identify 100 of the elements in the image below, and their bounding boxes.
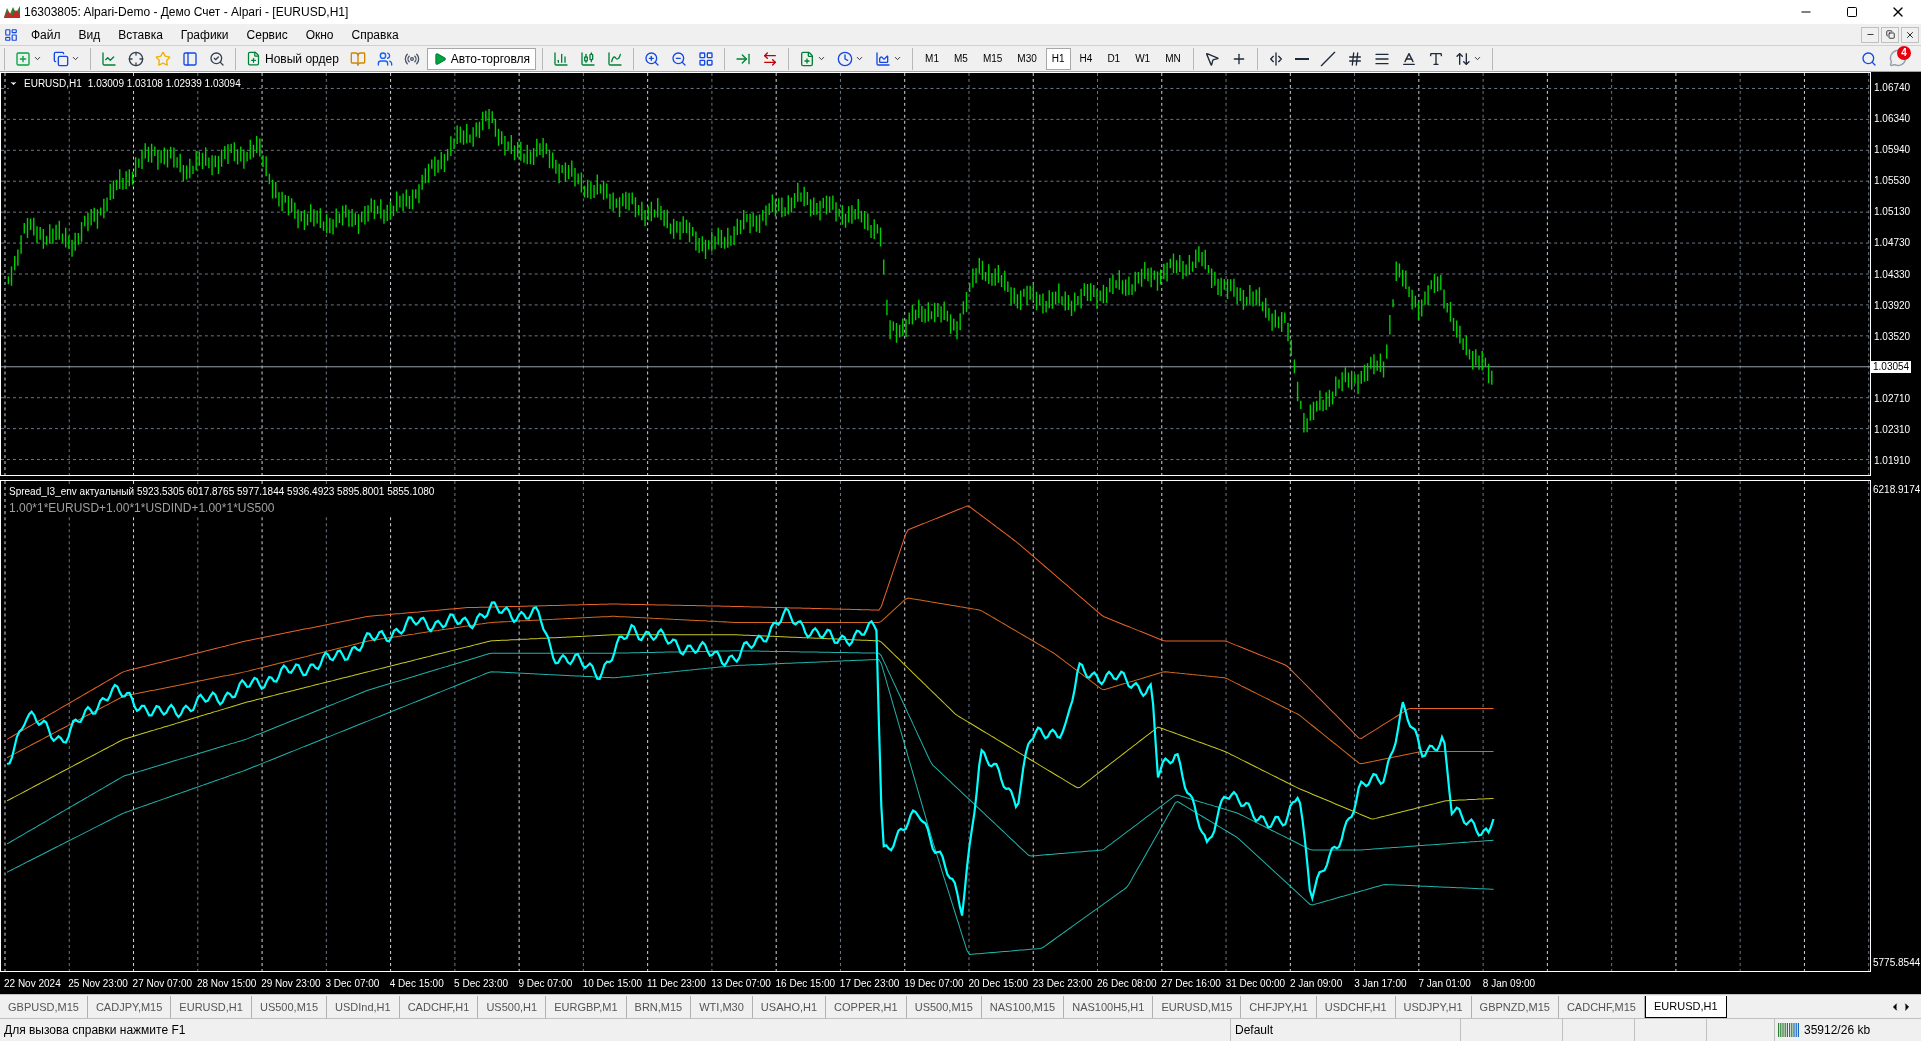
- time-axis-label: 22 Nov 2024: [4, 976, 62, 991]
- price-axis-label: 1.03920: [1873, 298, 1911, 313]
- square-plus-icon: [15, 50, 31, 67]
- area-chart-icon: [875, 50, 892, 67]
- search-icon[interactable]: [1861, 50, 1877, 67]
- chart-tab[interactable]: BRN,M15: [626, 996, 692, 1018]
- timeframe-button[interactable]: M5: [947, 47, 974, 70]
- timeframe-button[interactable]: M30: [1011, 47, 1043, 70]
- window-title: 16303805: Alpari-Demo - Демо Счет - Alpari - [EURUSD,H1]: [24, 4, 349, 21]
- chart-tab[interactable]: USDInd,H1: [327, 996, 400, 1018]
- auto-trading-button[interactable]: Авто-торговля: [426, 47, 537, 70]
- horizontal-line-icon: [1294, 57, 1309, 60]
- chart-window-icon: [101, 50, 117, 67]
- new-order-button[interactable]: Новый ордер: [242, 47, 343, 70]
- chart-tab[interactable]: CADCHF,M15: [1558, 996, 1645, 1018]
- menu-item[interactable]: Справка: [342, 25, 408, 44]
- chart-tab[interactable]: EURGBP,M1: [546, 996, 627, 1018]
- time-axis-label: 10 Dec 15:00: [582, 976, 644, 991]
- price-axis-label: 1.05940: [1873, 143, 1911, 158]
- chart-tab[interactable]: EURUSD,H1: [171, 996, 252, 1018]
- chart-tab[interactable]: GBPUSD,M15: [0, 996, 88, 1018]
- people-icon: [376, 50, 393, 67]
- file-plus-icon: [799, 50, 816, 67]
- chart-tab[interactable]: NAS100,M15: [981, 996, 1065, 1018]
- current-price-label: 1.03054: [1871, 361, 1912, 374]
- time-axis-label: 7 Jan 01:00: [1418, 976, 1472, 991]
- panel-icon: [182, 50, 198, 67]
- chart-tab[interactable]: CADJPY,M15: [87, 996, 172, 1018]
- chart-tab[interactable]: USDCHF,H1: [1316, 996, 1396, 1018]
- chart-tab[interactable]: CADCHF,H1: [399, 996, 479, 1018]
- price-axis-label: 1.06740: [1873, 81, 1911, 96]
- price-axis-label: 1.04730: [1873, 236, 1911, 251]
- price-axis-label: 1.06340: [1873, 112, 1911, 127]
- chart-tab[interactable]: EURUSD,H1: [1645, 996, 1727, 1018]
- timeframe-button[interactable]: W1: [1129, 47, 1157, 70]
- menu-item[interactable]: Сервис: [237, 25, 297, 44]
- trend-line-icon: [1319, 50, 1336, 67]
- connection-bars-icon: [1778, 1023, 1800, 1037]
- price-axis-label: 1.02310: [1873, 422, 1911, 437]
- indicator-formula: 1.00*1*EURUSD+1.00*1*USDIND+1.00*1*US500: [9, 500, 276, 517]
- price-axis-label: 1.03520: [1873, 329, 1911, 344]
- mdi-close-button[interactable]: [1901, 26, 1919, 43]
- timeframe-button[interactable]: H1: [1045, 47, 1071, 70]
- timeframe-button[interactable]: MN: [1159, 47, 1187, 70]
- menu-item[interactable]: Файл: [22, 25, 70, 44]
- price-axis-label: 1.05130: [1873, 205, 1911, 220]
- caret-icon: [855, 54, 865, 63]
- time-axis-label: 20 Dec 15:00: [968, 976, 1029, 991]
- timeframe-button[interactable]: D1: [1101, 47, 1127, 70]
- chart-tab[interactable]: US500,H1: [478, 996, 547, 1018]
- caret-icon: [71, 54, 80, 63]
- chart-tab[interactable]: NAS100H5,H1: [1064, 996, 1154, 1018]
- mdi-restore-button[interactable]: [1881, 26, 1899, 43]
- cursor-icon: [1203, 50, 1220, 67]
- caret-icon: [817, 54, 827, 63]
- time-axis-label: 13 Dec 07:00: [711, 976, 772, 991]
- chart-tab[interactable]: USDJPY,H1: [1395, 996, 1472, 1018]
- play-icon: [432, 51, 447, 66]
- menu-item[interactable]: Вид: [69, 25, 110, 44]
- magnifier-icon: [209, 50, 225, 67]
- time-axis-label: 9 Dec 07:00: [518, 976, 574, 991]
- stacked-windows-icon: [53, 50, 69, 67]
- chart-tab[interactable]: CHFJPY,H1: [1241, 996, 1317, 1018]
- timeframe-button[interactable]: M1: [919, 47, 945, 70]
- time-axis-label: 31 Dec 00:00: [1225, 976, 1287, 991]
- chart-tab[interactable]: US500,M15: [251, 996, 328, 1018]
- time-axis-label: 5 Dec 23:00: [454, 976, 509, 991]
- timeframe-button[interactable]: H4: [1073, 47, 1099, 70]
- time-axis-label: 25 Nov 23:00: [68, 976, 129, 991]
- time-axis-label: 27 Nov 07:00: [132, 976, 194, 991]
- app-logo-icon: [4, 6, 20, 18]
- menu-item[interactable]: Окно: [296, 25, 343, 44]
- collapse-caret-icon[interactable]: [9, 79, 18, 88]
- chart-tab[interactable]: US500,M15: [906, 996, 982, 1018]
- letter-icon: [1400, 50, 1417, 67]
- line-chart-icon: [607, 50, 624, 67]
- time-axis-label: 28 Nov 15:00: [196, 976, 258, 991]
- chart-tab[interactable]: GBPNZD,M15: [1471, 996, 1559, 1018]
- time-axis-label: 3 Jan 17:00: [1354, 976, 1408, 991]
- chart-tab[interactable]: COPPER,H1: [826, 996, 907, 1018]
- left-right-arrow-icon: [762, 50, 779, 67]
- file-plus-icon: [246, 51, 261, 66]
- star-icon: [155, 50, 171, 67]
- time-axis-label: 19 Dec 07:00: [904, 976, 965, 991]
- menu-item[interactable]: Вставка: [109, 25, 172, 44]
- book-icon: [349, 50, 366, 67]
- time-axis-label: 27 Dec 16:00: [1161, 976, 1222, 991]
- chart-tab[interactable]: EURUSD,M15: [1153, 996, 1242, 1018]
- bar-chart-icon: [553, 50, 570, 67]
- chart-tab[interactable]: WTI,M30: [691, 996, 753, 1018]
- candlestick-icon: [580, 50, 597, 67]
- menu-item[interactable]: Графики: [171, 25, 238, 44]
- time-axis-label: 4 Dec 15:00: [389, 976, 445, 991]
- maximize-icon: [1846, 6, 1858, 18]
- timeframe-button[interactable]: M15: [976, 47, 1009, 70]
- chart-tab[interactable]: USAHO,H1: [752, 996, 827, 1018]
- crosshair-icon: [128, 50, 144, 67]
- status-help-text: Для вызова справки нажмите F1: [3, 1022, 187, 1039]
- indicator-axis-label: 5775.8544: [1872, 956, 1921, 970]
- caret-icon: [33, 54, 42, 63]
